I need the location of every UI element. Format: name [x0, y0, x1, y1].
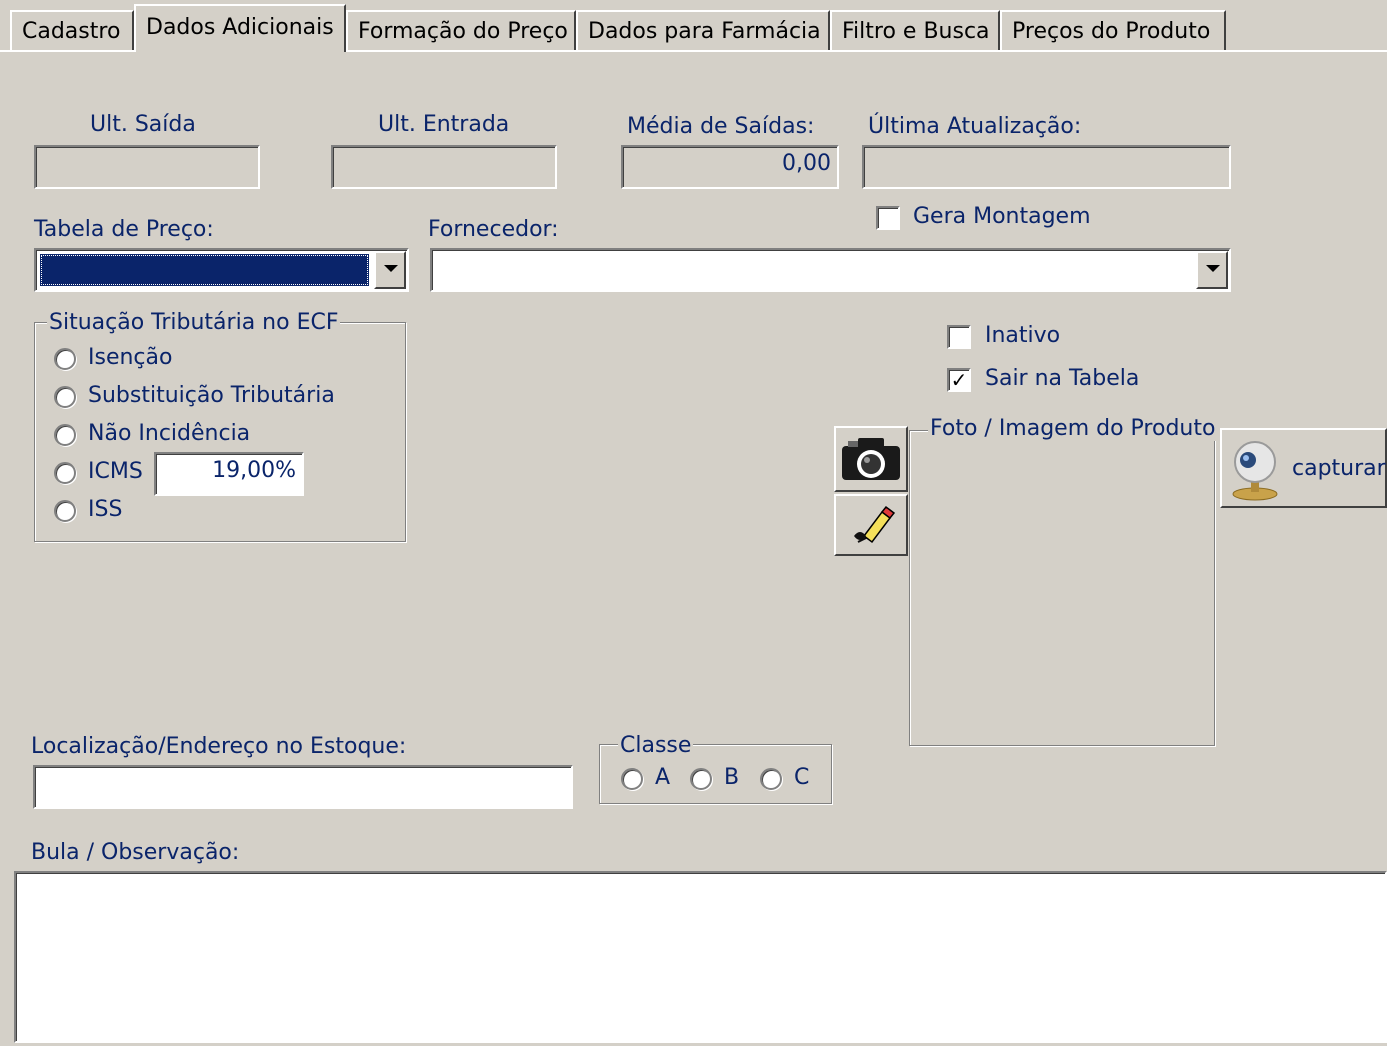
ult-saida-label: Ult. Saída: [90, 112, 196, 137]
load-photo-button[interactable]: [834, 426, 908, 492]
capture-label: capturar: [1292, 456, 1386, 481]
situacao-tributaria-title: Situação Tributária no ECF: [47, 310, 341, 335]
clear-photo-button[interactable]: [834, 494, 908, 556]
media-saidas-label: Média de Saídas:: [627, 114, 815, 139]
webcam-icon: [1232, 441, 1278, 501]
ult-entrada-field[interactable]: [331, 145, 557, 189]
localizacao-input[interactable]: [33, 765, 573, 809]
sair-na-tabela-checkbox[interactable]: ✓: [947, 368, 971, 392]
bula-label: Bula / Observação:: [31, 840, 240, 865]
tab-strip: Cadastro Dados Adicionais Formação do Pr…: [0, 0, 1387, 52]
ult-saida-field[interactable]: [34, 145, 260, 189]
foto-produto-title: Foto / Imagem do Produto: [928, 416, 1218, 441]
classe-c-label: C: [794, 765, 810, 790]
classe-a-label: A: [655, 765, 671, 790]
media-saidas-field[interactable]: 0,00: [621, 145, 839, 189]
icms-value: 19,00%: [212, 458, 296, 483]
camera-icon: [842, 438, 900, 480]
radio-nao-incidencia[interactable]: [54, 424, 76, 446]
substituicao-tributaria-label: Substituição Tributária: [88, 383, 335, 408]
inativo-checkbox[interactable]: [947, 325, 971, 349]
chevron-down-icon[interactable]: [374, 251, 406, 289]
radio-classe-c[interactable]: [760, 768, 782, 790]
radio-iss[interactable]: [54, 500, 76, 522]
capture-button[interactable]: capturar: [1220, 428, 1387, 508]
ult-entrada-label: Ult. Entrada: [378, 112, 510, 137]
tab-dados-farmacia[interactable]: Dados para Farmácia: [576, 10, 830, 50]
tab-dados-adicionais[interactable]: Dados Adicionais: [134, 4, 346, 52]
media-saidas-value: 0,00: [782, 151, 831, 176]
sair-na-tabela-label: Sair na Tabela: [985, 366, 1140, 391]
tabela-preco-selected-value: [40, 254, 369, 286]
tab-cadastro[interactable]: Cadastro: [10, 10, 134, 50]
tab-filtro-busca[interactable]: Filtro e Busca: [830, 10, 1000, 50]
radio-classe-a[interactable]: [621, 768, 643, 790]
bula-textarea[interactable]: [14, 871, 1387, 1043]
gera-montagem-label: Gera Montagem: [913, 204, 1091, 229]
tabela-preco-label: Tabela de Preço:: [34, 217, 214, 242]
fornecedor-select[interactable]: [430, 248, 1231, 292]
isencao-label: Isenção: [88, 345, 173, 370]
localizacao-label: Localização/Endereço no Estoque:: [31, 734, 407, 759]
radio-icms[interactable]: [54, 462, 76, 484]
classe-title: Classe: [618, 733, 694, 758]
gera-montagem-checkbox[interactable]: [876, 206, 900, 230]
tab-formacao-preco[interactable]: Formação do Preço: [346, 10, 576, 50]
fornecedor-label: Fornecedor:: [428, 217, 559, 242]
nao-incidencia-label: Não Incidência: [88, 421, 251, 446]
tab-precos-produto[interactable]: Preços do Produto: [1000, 10, 1226, 50]
icms-label: ICMS: [88, 459, 143, 484]
ultima-atualizacao-field[interactable]: [862, 145, 1231, 189]
foto-produto-group: Foto / Imagem do Produto: [909, 416, 1218, 746]
tabela-preco-select[interactable]: [34, 248, 409, 292]
radio-classe-b[interactable]: [690, 768, 712, 790]
ultima-atualizacao-label: Última Atualização:: [868, 114, 1082, 139]
inativo-label: Inativo: [985, 323, 1061, 348]
icms-value-field[interactable]: 19,00%: [154, 452, 304, 496]
radio-isencao[interactable]: [54, 348, 76, 370]
radio-substituicao-tributaria[interactable]: [54, 386, 76, 408]
chevron-down-icon[interactable]: [1196, 251, 1228, 289]
iss-label: ISS: [88, 497, 123, 522]
classe-b-label: B: [724, 765, 740, 790]
eraser-icon: [854, 505, 896, 544]
